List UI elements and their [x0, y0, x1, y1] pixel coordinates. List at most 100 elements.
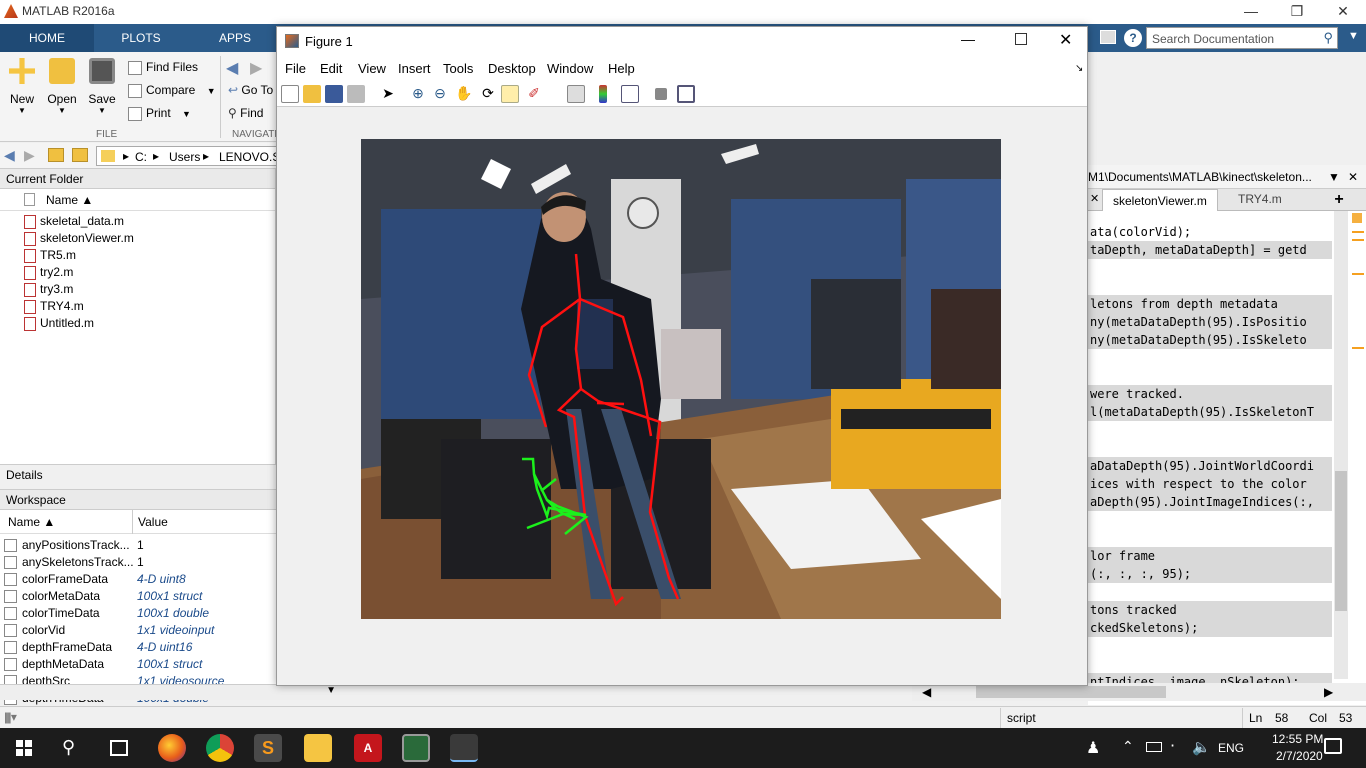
firefox-icon[interactable] — [158, 734, 186, 762]
code-line[interactable] — [1088, 529, 1332, 547]
minimize-button[interactable]: — — [1228, 0, 1274, 24]
layout-icon[interactable] — [1100, 30, 1116, 44]
link-plot-icon[interactable] — [567, 85, 585, 103]
language-indicator[interactable]: ENG — [1218, 741, 1244, 755]
path-segment-c[interactable]: C: — [135, 150, 147, 164]
tab-home[interactable]: HOME — [0, 24, 94, 52]
menu-help[interactable]: Help — [608, 61, 635, 76]
windows-start-icon[interactable] — [16, 740, 32, 756]
scrollbar-thumb[interactable] — [976, 686, 1166, 698]
path-segment-users[interactable]: Users — [169, 150, 200, 164]
code-line[interactable]: tons tracked — [1088, 601, 1332, 619]
find-button[interactable]: ⚲ Find — [228, 104, 263, 122]
matlab-screen-icon[interactable] — [402, 734, 430, 762]
file-item[interactable]: try3.m — [0, 281, 275, 298]
data-cursor-icon[interactable] — [501, 85, 519, 103]
code-line[interactable]: ices with respect to the color — [1088, 475, 1332, 493]
back-arrow-icon[interactable]: ◀ — [226, 58, 238, 78]
search-documentation-box[interactable]: Search Documentation ⚲ — [1146, 27, 1338, 49]
search-icon[interactable]: ⚲ — [62, 737, 75, 758]
code-line[interactable] — [1088, 277, 1332, 295]
forward-arrow-icon[interactable]: ▶ — [250, 58, 262, 78]
colorbar-icon[interactable] — [599, 85, 607, 103]
tab-apps[interactable]: APPS — [188, 24, 282, 52]
search-input[interactable]: Search Documentation — [1152, 32, 1274, 46]
browse-folder-icon[interactable] — [72, 148, 88, 162]
menu-view[interactable]: View — [358, 61, 386, 76]
code-line[interactable]: (:, :, :, 95); — [1088, 565, 1332, 583]
print-figure-icon[interactable] — [347, 85, 365, 103]
new-button[interactable]: New ▼ — [2, 58, 42, 115]
open-file-icon[interactable] — [303, 85, 321, 103]
code-line[interactable]: lor frame — [1088, 547, 1332, 565]
rotate-icon[interactable]: ⟳ — [479, 85, 497, 103]
code-line[interactable] — [1088, 349, 1332, 367]
file-item[interactable]: TR5.m — [0, 247, 275, 264]
dock-arrow-icon[interactable]: ↘ — [1075, 63, 1083, 74]
people-icon[interactable]: ♟ — [1086, 738, 1100, 758]
file-item[interactable]: try2.m — [0, 264, 275, 281]
current-folder-header[interactable]: Name ▲ — [0, 189, 275, 211]
skeleton-image-axes[interactable] — [361, 139, 1001, 619]
code-line[interactable] — [1088, 421, 1332, 439]
editor-tab-skeletonviewer[interactable]: skeletonViewer.m — [1102, 189, 1218, 211]
file-item[interactable]: Untitled.m — [0, 315, 275, 332]
task-view-icon[interactable] — [110, 740, 128, 756]
name-column-header[interactable]: Name ▲ — [46, 189, 93, 211]
editor-tab-try4[interactable]: TRY4.m — [1238, 192, 1282, 206]
acrobat-icon[interactable]: A — [354, 734, 382, 762]
collapse-ribbon-icon[interactable]: ▼ — [1348, 30, 1359, 42]
help-icon[interactable]: ? — [1124, 29, 1142, 47]
code-line[interactable]: letons from depth metadata — [1088, 295, 1332, 313]
scrollbar-thumb[interactable] — [1335, 471, 1347, 611]
goto-button[interactable]: ↩ Go To — [228, 81, 273, 99]
up-folder-icon[interactable] — [48, 148, 64, 162]
matlab-taskbar-icon[interactable] — [450, 734, 478, 762]
path-segment-lenovo[interactable]: LENOVO.S. — [219, 150, 284, 164]
details-panel[interactable]: Details — [0, 464, 276, 490]
tray-chevron-icon[interactable]: ⌃ — [1122, 738, 1134, 755]
scroll-down-icon[interactable]: ▼ — [326, 685, 336, 696]
zoom-in-icon[interactable]: ⊕ — [409, 85, 427, 103]
editor-actions-icon[interactable]: ▼ — [1328, 165, 1340, 189]
file-explorer-icon[interactable] — [304, 734, 332, 762]
back-icon[interactable]: ◀ — [4, 147, 15, 164]
sublime-text-icon[interactable]: S — [254, 734, 282, 762]
zoom-out-icon[interactable]: ⊖ — [431, 85, 449, 103]
code-line[interactable] — [1088, 367, 1332, 385]
save-figure-icon[interactable] — [325, 85, 343, 103]
code-line[interactable] — [1088, 439, 1332, 457]
forward-icon[interactable]: ▶ — [24, 147, 35, 164]
wifi-icon[interactable]: ⋅ — [1170, 736, 1175, 756]
menu-insert[interactable]: Insert — [398, 61, 431, 76]
scroll-left-icon[interactable]: ◀ — [922, 685, 931, 699]
code-line[interactable]: ckedSkeletons); — [1088, 619, 1332, 637]
brush-icon[interactable]: ✐ — [525, 85, 543, 103]
code-line[interactable] — [1088, 511, 1332, 529]
code-line[interactable] — [1088, 259, 1332, 277]
clock-time[interactable]: 12:55 PM — [1272, 732, 1323, 746]
figure-close-button[interactable]: ✕ — [1059, 30, 1072, 50]
print-button[interactable]: Print ▼ — [128, 104, 191, 122]
menu-edit[interactable]: Edit — [320, 61, 342, 76]
volume-icon[interactable]: 🔈 — [1192, 738, 1211, 756]
hide-plot-tools-icon[interactable] — [655, 88, 667, 100]
menu-tools[interactable]: Tools — [443, 61, 473, 76]
figure-minimize-button[interactable]: — — [961, 31, 975, 47]
menu-window[interactable]: Window — [547, 61, 593, 76]
code-area[interactable]: ata(colorVid); taDepth, metaDataDepth] = … — [1088, 223, 1332, 691]
code-line[interactable]: ata(colorVid); — [1088, 223, 1332, 241]
file-item[interactable]: skeletonViewer.m — [0, 230, 275, 247]
save-button[interactable]: Save ▼ — [82, 58, 122, 115]
edit-plot-icon[interactable]: ➤ — [379, 85, 397, 103]
file-item[interactable]: TRY4.m — [0, 298, 275, 315]
chrome-icon[interactable] — [206, 734, 234, 762]
tab-close-icon[interactable]: ✕ — [1090, 192, 1099, 205]
code-line[interactable] — [1088, 655, 1332, 673]
editor-close-icon[interactable]: ✕ — [1348, 165, 1358, 189]
compare-button[interactable]: Compare ▼ — [128, 81, 216, 99]
horizontal-scrollbar[interactable]: ▼ — [0, 684, 340, 700]
menu-desktop[interactable]: Desktop — [488, 61, 536, 76]
name-column-header[interactable]: Name ▲ — [8, 510, 55, 534]
find-files-button[interactable]: Find Files — [128, 58, 198, 76]
